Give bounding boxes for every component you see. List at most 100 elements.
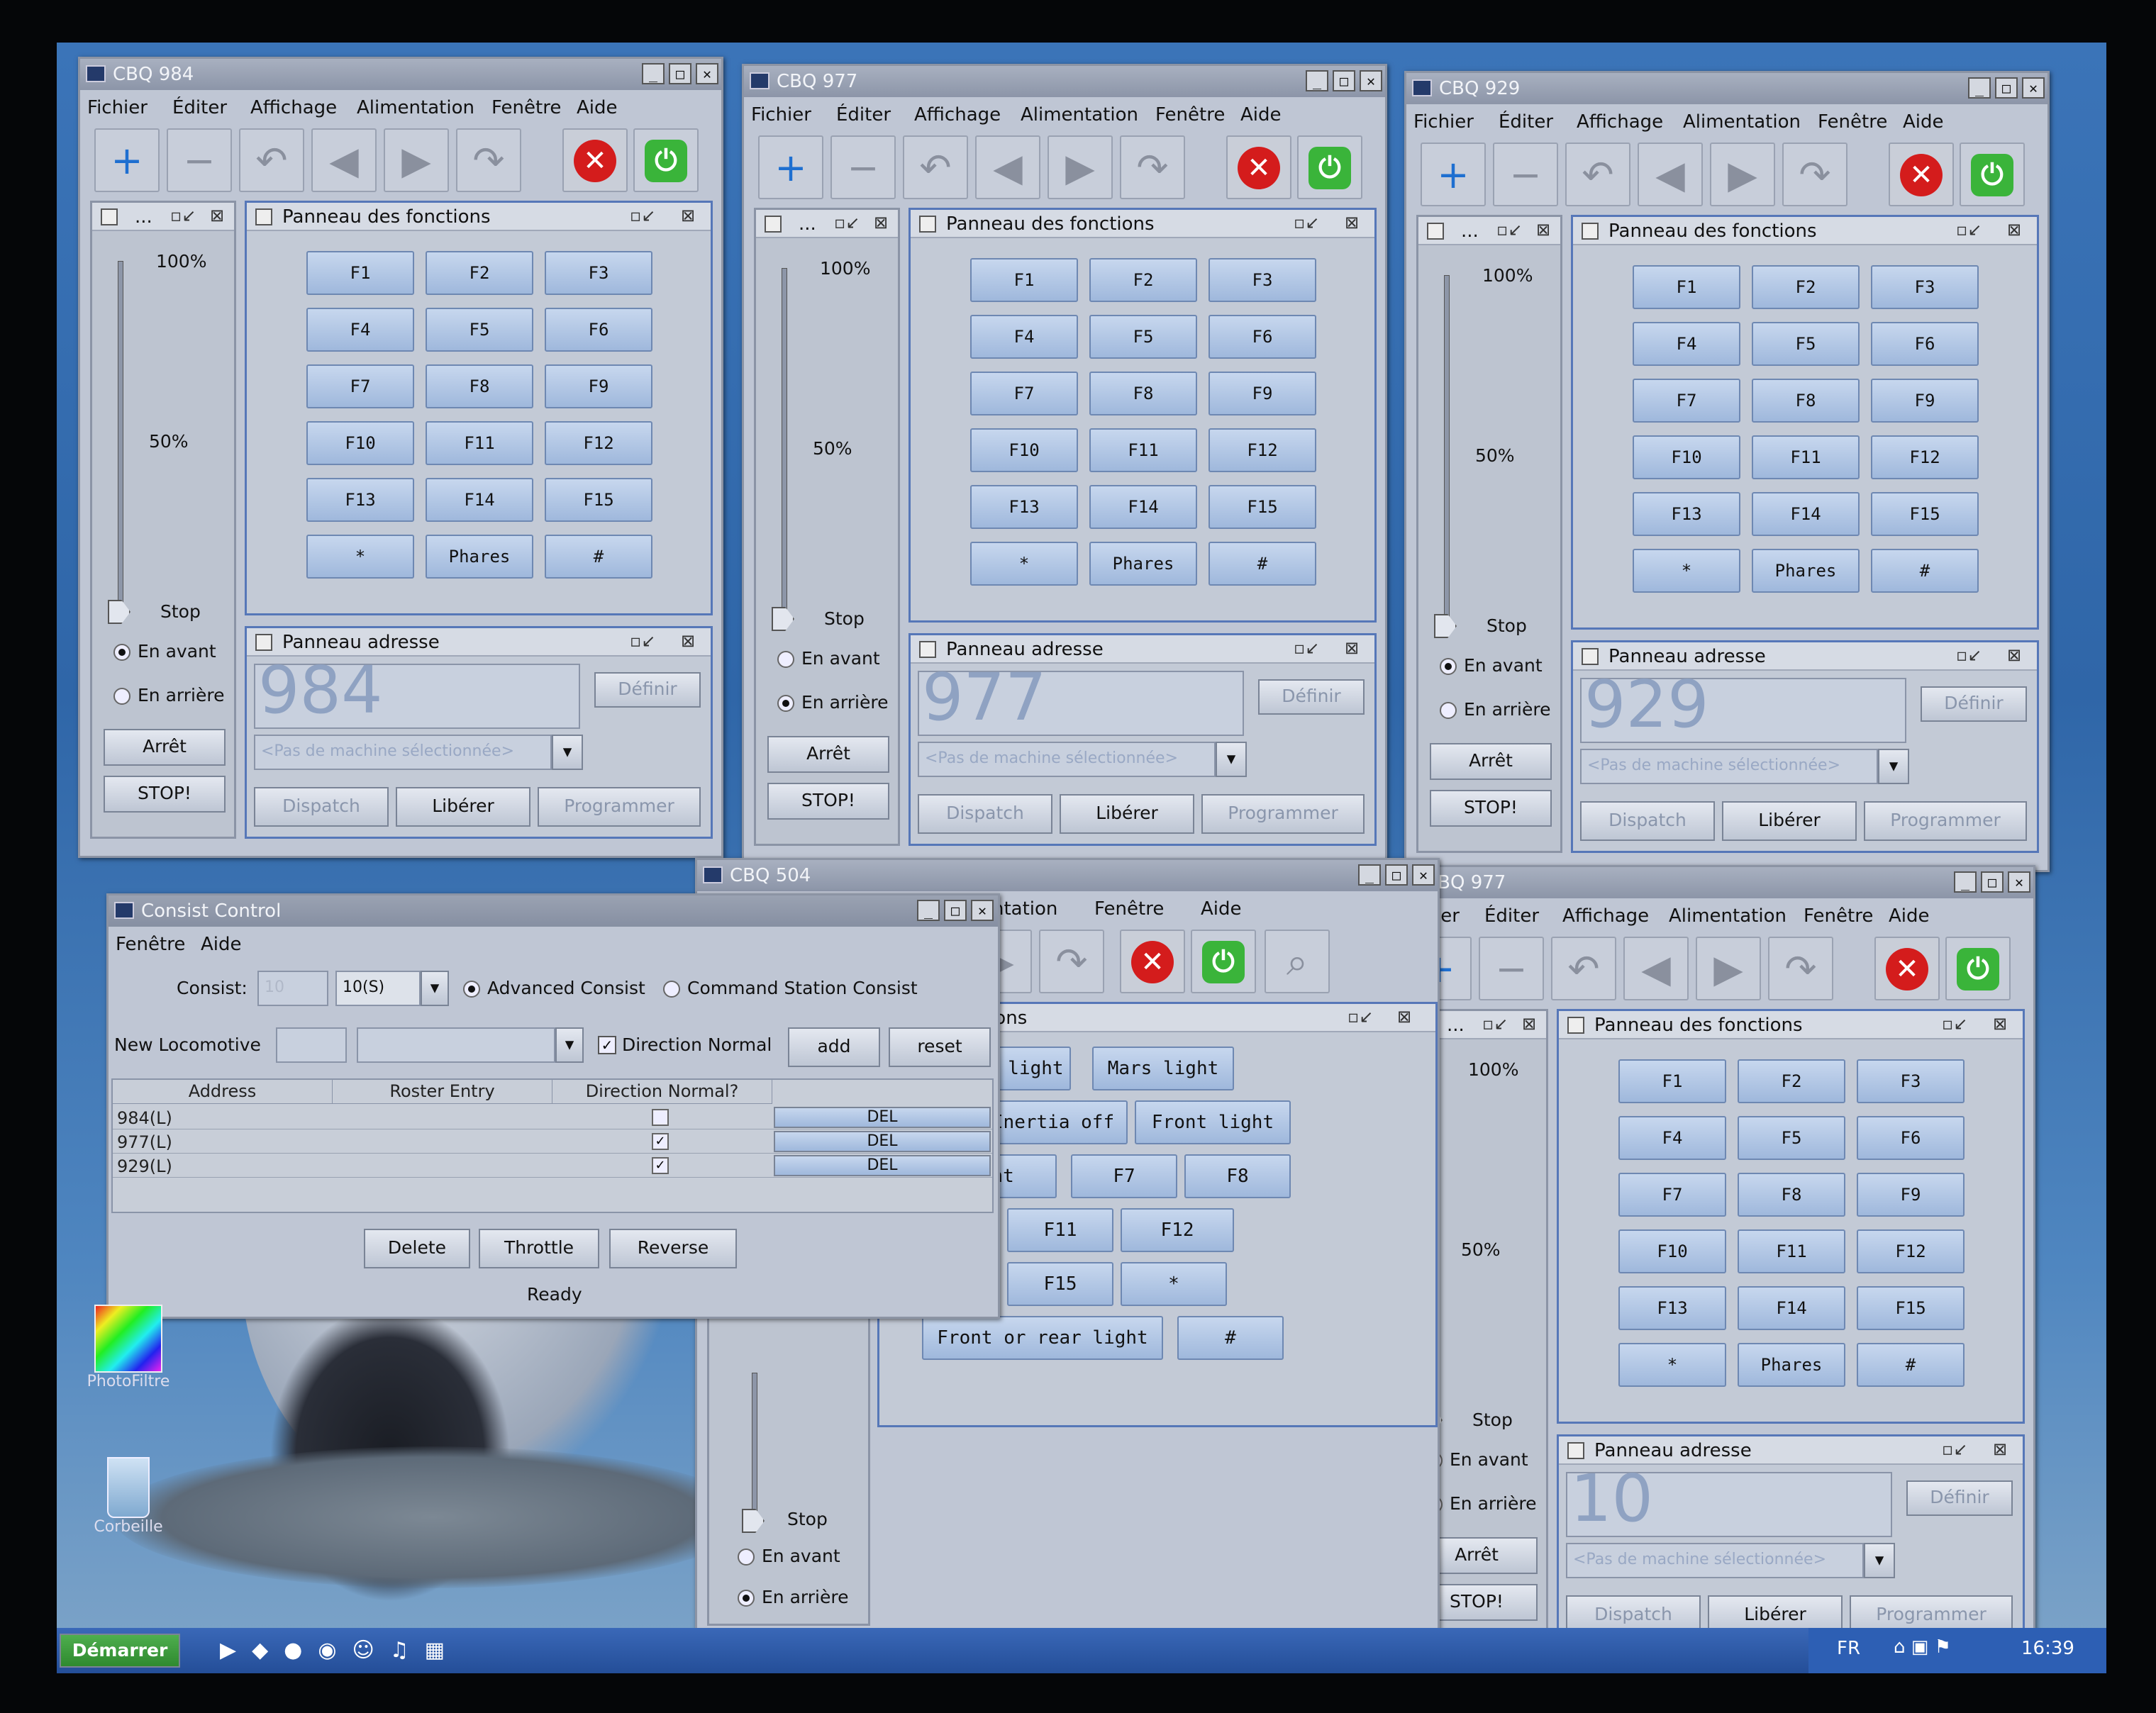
panel-close-icon[interactable]: ⊠ <box>681 631 695 651</box>
consist-select-dropdown[interactable]: ▾ <box>421 971 449 1006</box>
menu-5[interactable]: Aide <box>1240 104 1282 125</box>
panel-close-icon[interactable]: ⊠ <box>874 213 888 233</box>
panel-checkbox[interactable] <box>919 641 936 658</box>
window-close-button[interactable]: ✕ <box>696 63 718 84</box>
panel-resize-icon[interactable]: ▫↙ <box>1294 213 1319 233</box>
row-del-button[interactable]: DEL <box>774 1107 991 1128</box>
roster-dropdown-button[interactable]: ▾ <box>1216 742 1247 777</box>
toolbar-redo-button[interactable]: ↷ <box>1039 930 1104 993</box>
function-button-10[interactable]: F12 <box>1121 1208 1234 1252</box>
function-button-10[interactable]: F11 <box>426 421 533 465</box>
row-direction-checkbox[interactable] <box>652 1109 669 1126</box>
new-locomotive-roster-select[interactable] <box>357 1027 555 1063</box>
function-button-2[interactable]: F3 <box>1871 265 1979 309</box>
menu-4[interactable]: Fenêtre <box>491 97 561 118</box>
dispatch-button[interactable]: Dispatch <box>918 794 1052 834</box>
menu-1[interactable]: Éditer <box>836 104 891 125</box>
toolbar-remove-button[interactable]: − <box>830 135 896 199</box>
function-button-10[interactable]: F11 <box>1738 1229 1845 1273</box>
search-tool-button[interactable]: ⌕ <box>1265 930 1330 993</box>
function-button-2[interactable]: F3 <box>545 251 652 295</box>
function-button-9[interactable]: F10 <box>306 421 414 465</box>
function-button-12[interactable]: F15 <box>1007 1262 1113 1306</box>
function-button-13[interactable]: F14 <box>1752 492 1860 536</box>
function-button-2[interactable]: F3 <box>1208 258 1316 302</box>
function-button-16[interactable]: Phares <box>1089 542 1197 586</box>
toolbar-add-button[interactable]: + <box>758 135 823 199</box>
function-button-4[interactable]: Front light <box>1135 1100 1291 1144</box>
roster-combo[interactable]: <Pas de machine sélectionnée> <box>1566 1543 1864 1578</box>
function-button-11[interactable]: F12 <box>545 421 652 465</box>
roster-dropdown-button[interactable]: ▾ <box>552 735 583 770</box>
table-row[interactable]: 977(L) ✓ DEL <box>113 1129 992 1154</box>
menu-1[interactable]: Aide <box>201 934 242 955</box>
power-button[interactable]: ⏻ <box>1960 143 2025 206</box>
power-button[interactable]: ⏻ <box>1945 937 2011 1000</box>
function-button-11[interactable]: F12 <box>1208 428 1316 472</box>
panel-checkbox[interactable] <box>101 208 118 225</box>
function-button-13[interactable]: F14 <box>1738 1286 1845 1330</box>
speed-slider-thumb[interactable] <box>108 600 130 624</box>
function-button-9[interactable]: F11 <box>1007 1208 1113 1252</box>
function-button-7[interactable]: F8 <box>426 364 533 408</box>
reverse-button[interactable]: Reverse <box>609 1229 737 1268</box>
command-station-consist-radio[interactable] <box>663 981 680 998</box>
panel-close-icon[interactable]: ⊠ <box>210 206 224 225</box>
function-button-13[interactable]: * <box>1121 1262 1227 1306</box>
panel-close-icon[interactable]: ⊠ <box>1345 638 1359 658</box>
panel-resize-icon[interactable]: ▫↙ <box>1294 638 1319 658</box>
panel-close-icon[interactable]: ⊠ <box>2007 220 2021 240</box>
panel-resize-icon[interactable]: ▫↙ <box>1942 1014 1967 1034</box>
toolbar-remove-button[interactable]: − <box>1479 937 1544 1000</box>
roster-combo[interactable]: <Pas de machine sélectionnée> <box>1580 749 1878 784</box>
roster-dropdown-button[interactable]: ▾ <box>1878 749 1909 784</box>
window-close-button[interactable]: ✕ <box>2022 77 2045 99</box>
function-button-15[interactable]: * <box>970 542 1078 586</box>
toolbar-forward-arrow-button[interactable]: ▶ <box>1696 937 1761 1000</box>
function-button-7[interactable]: F8 <box>1184 1154 1291 1198</box>
toolbar-redo-button[interactable]: ↷ <box>456 128 521 192</box>
function-button-11[interactable]: F12 <box>1871 435 1979 479</box>
tray-icons[interactable]: ⌂ ▣ ⚑ <box>1894 1636 1951 1658</box>
reverse-radio[interactable] <box>738 1590 755 1607</box>
menu-3[interactable]: Alimentation <box>1669 905 1787 927</box>
function-button-13[interactable]: F14 <box>1089 485 1197 529</box>
window-minimize-button[interactable]: _ <box>642 63 665 84</box>
menu-4[interactable]: Fenêtre <box>1155 104 1225 125</box>
toolbar-back-arrow-button[interactable]: ◀ <box>1623 937 1689 1000</box>
stop-all-button[interactable]: STOP! <box>1430 790 1552 827</box>
panel-close-icon[interactable]: ⊠ <box>1522 1014 1536 1034</box>
function-button-0[interactable]: F1 <box>1618 1059 1726 1103</box>
function-button-6[interactable]: F7 <box>970 372 1078 415</box>
window-maximize-button[interactable]: □ <box>1333 70 1355 91</box>
menu-4[interactable]: Fenêtre <box>1818 111 1887 133</box>
function-button-10[interactable]: F11 <box>1752 435 1860 479</box>
toolbar-undo-button[interactable]: ↶ <box>239 128 304 192</box>
function-button-12[interactable]: F13 <box>1633 492 1740 536</box>
function-button-9[interactable]: F10 <box>970 428 1078 472</box>
toolbar-back-arrow-button[interactable]: ◀ <box>1638 143 1703 206</box>
panel-resize-icon[interactable]: ▫↙ <box>1956 645 1982 665</box>
function-button-4[interactable]: F5 <box>1752 322 1860 366</box>
start-button[interactable]: Démarrer <box>60 1634 180 1668</box>
quick-launch-icons[interactable]: ▶◆●◉☺♫▦ <box>220 1638 460 1663</box>
panel-resize-icon[interactable]: ▫↙ <box>1956 220 1982 240</box>
function-button-13[interactable]: F14 <box>426 478 533 522</box>
function-button-12[interactable]: F13 <box>1618 1286 1726 1330</box>
toolbar-remove-button[interactable]: − <box>1493 143 1558 206</box>
function-button-7[interactable]: F8 <box>1752 379 1860 423</box>
address-field[interactable]: 10 <box>1570 1461 1653 1536</box>
speed-slider-track[interactable] <box>752 1373 757 1522</box>
panel-checkbox[interactable] <box>919 216 936 233</box>
toolbar-undo-button[interactable]: ↶ <box>1551 937 1616 1000</box>
roster-combo[interactable]: <Pas de machine sélectionnée> <box>254 735 552 770</box>
panel-close-icon[interactable]: ⊠ <box>1536 220 1550 240</box>
panel-resize-icon[interactable]: ▫↙ <box>1482 1014 1508 1034</box>
delete-button[interactable]: Delete <box>364 1229 470 1268</box>
function-button-5[interactable]: F6 <box>1871 322 1979 366</box>
function-button-10[interactable]: F11 <box>1089 428 1197 472</box>
function-button-9[interactable]: F10 <box>1633 435 1740 479</box>
function-button-15[interactable]: * <box>1633 549 1740 593</box>
table-row[interactable]: 984(L) DEL <box>113 1105 992 1129</box>
window-maximize-button[interactable]: □ <box>944 900 967 921</box>
